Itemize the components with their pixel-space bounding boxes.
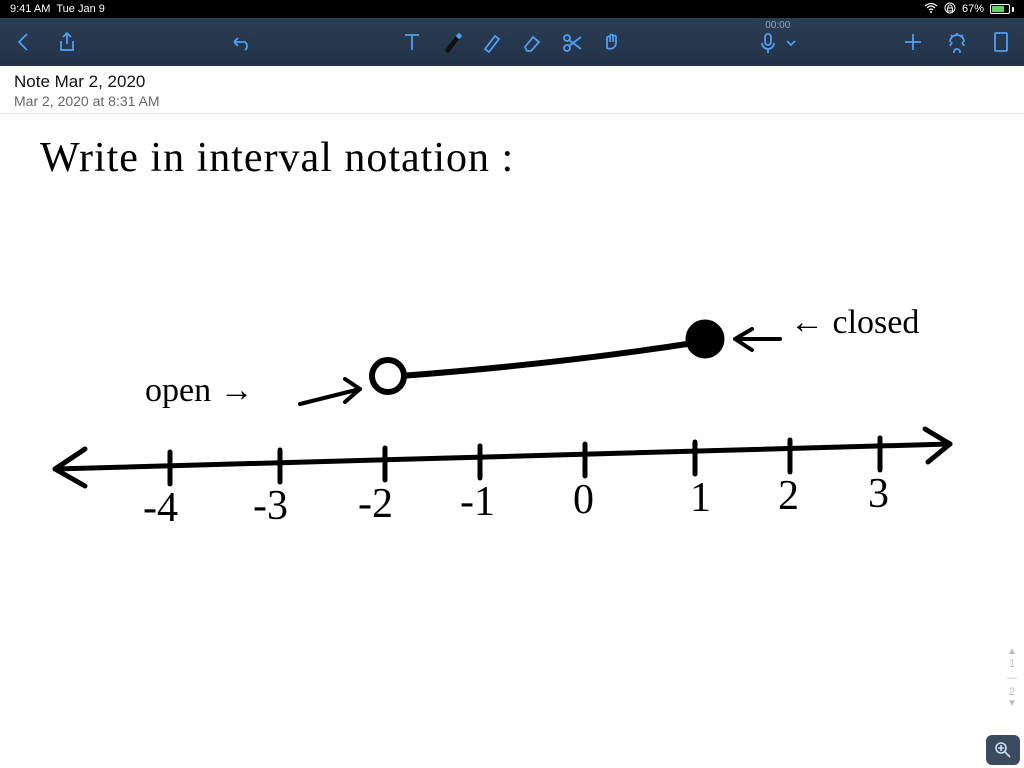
status-date: Tue Jan 9 bbox=[56, 3, 105, 15]
tick-3: 3 bbox=[868, 470, 889, 518]
note-title: Note Mar 2, 2020 bbox=[14, 72, 1010, 92]
tick-neg4: -4 bbox=[143, 484, 178, 532]
scissors-tool[interactable] bbox=[559, 29, 585, 55]
zoom-button[interactable] bbox=[986, 735, 1020, 765]
eraser-tool[interactable] bbox=[519, 29, 545, 55]
note-timestamp: Mar 2, 2020 at 8:31 AM bbox=[14, 93, 1010, 109]
status-time: 9:41 AM bbox=[10, 3, 50, 15]
undo-button[interactable] bbox=[228, 29, 254, 55]
recording-timer: 00:00 bbox=[765, 20, 790, 31]
battery-percent: 67% bbox=[962, 3, 984, 15]
app-toolbar: 00:00 bbox=[0, 18, 1024, 66]
back-button[interactable] bbox=[10, 29, 36, 55]
page-down-arrow[interactable]: ▼ bbox=[1007, 700, 1017, 708]
pages-button[interactable] bbox=[988, 29, 1014, 55]
mic-dropdown[interactable] bbox=[784, 36, 798, 50]
note-header: Note Mar 2, 2020 Mar 2, 2020 at 8:31 AM bbox=[0, 66, 1024, 114]
page-up-arrow[interactable]: ▲ bbox=[1007, 648, 1017, 656]
add-button[interactable] bbox=[900, 29, 926, 55]
text-tool[interactable] bbox=[399, 29, 425, 55]
tick-1: 1 bbox=[690, 474, 711, 522]
tick-neg2: -2 bbox=[358, 480, 393, 528]
ipad-status-bar: 9:41 AM Tue Jan 9 67% bbox=[0, 0, 1024, 18]
tick-neg1: -1 bbox=[460, 478, 495, 526]
recording-group: 00:00 bbox=[758, 20, 798, 55]
page-current: 1 bbox=[1009, 658, 1015, 670]
page-total: 2 bbox=[1009, 686, 1015, 698]
microphone-button[interactable] bbox=[758, 31, 778, 55]
settings-button[interactable] bbox=[944, 29, 970, 55]
pen-tool[interactable] bbox=[439, 29, 465, 55]
wifi-icon bbox=[924, 3, 938, 16]
page-divider: — bbox=[1007, 672, 1018, 684]
note-canvas[interactable]: Write in interval notation : open → ← cl… bbox=[0, 114, 1024, 768]
page-indicator[interactable]: ▲ 1 — 2 ▼ bbox=[1002, 648, 1022, 708]
tick-2: 2 bbox=[778, 472, 799, 520]
tick-neg3: -3 bbox=[253, 482, 288, 530]
numberline-drawing bbox=[0, 114, 1024, 768]
orientation-lock-icon bbox=[944, 2, 956, 17]
tick-0: 0 bbox=[573, 476, 594, 524]
highlighter-tool[interactable] bbox=[479, 29, 505, 55]
battery-icon bbox=[990, 4, 1014, 14]
share-button[interactable] bbox=[54, 29, 80, 55]
hand-tool[interactable] bbox=[599, 29, 625, 55]
